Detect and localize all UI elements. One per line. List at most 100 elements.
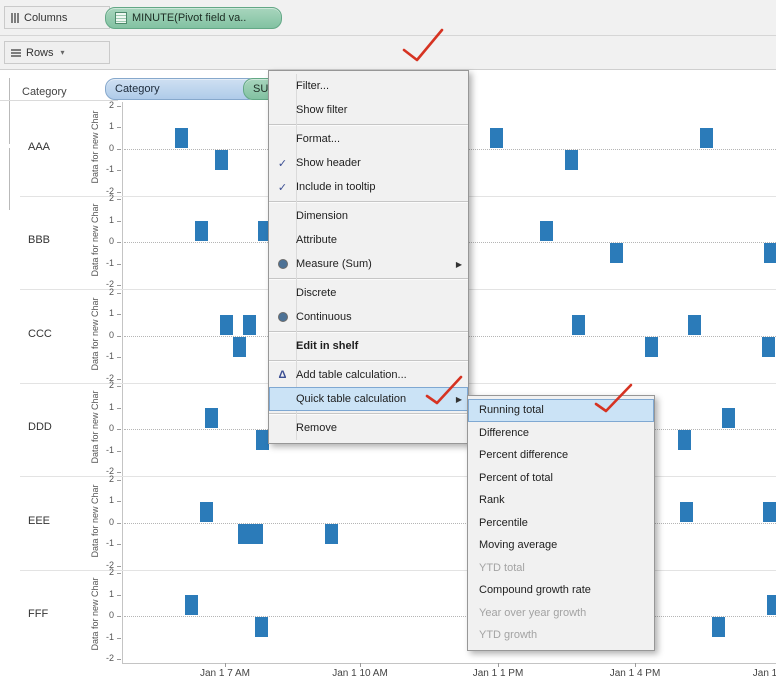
gantt-bar[interactable] bbox=[250, 523, 263, 544]
menu-item-label: Add table calculation... bbox=[296, 369, 407, 381]
menu-item-label: Quick table calculation bbox=[296, 393, 407, 405]
menu-item-running-total[interactable]: Running total bbox=[468, 399, 654, 422]
tableau-window: Columns MINUTE(Pivot field va.. Rows ▾ C… bbox=[0, 0, 776, 683]
gantt-bar[interactable] bbox=[215, 149, 228, 170]
submenu-arrow-icon: ▶ bbox=[455, 259, 462, 269]
menu-item-label: Year over year growth bbox=[479, 606, 587, 619]
gantt-bar[interactable] bbox=[565, 149, 578, 170]
y-tick-mark bbox=[117, 263, 121, 265]
gantt-bar[interactable] bbox=[680, 501, 693, 522]
menu-separator bbox=[269, 278, 468, 279]
menu-item-filter[interactable]: Filter... bbox=[269, 74, 468, 98]
gantt-bar[interactable] bbox=[325, 523, 338, 544]
gantt-bar[interactable] bbox=[175, 127, 188, 148]
y-tick-mark bbox=[117, 170, 121, 172]
y-tick-mark bbox=[117, 594, 121, 596]
menu-item-remove[interactable]: Remove bbox=[269, 416, 468, 440]
menu-item-label: Difference bbox=[479, 426, 529, 439]
radio-dot-icon bbox=[277, 312, 288, 323]
menu-item-label: Percent difference bbox=[479, 449, 569, 462]
gantt-bar[interactable] bbox=[767, 595, 776, 616]
y-tick-label: 2 bbox=[108, 193, 114, 204]
row-header-eee[interactable]: EEE bbox=[28, 515, 50, 527]
submenu-arrow-icon: ▶ bbox=[455, 394, 462, 404]
row-header-fff[interactable]: FFF bbox=[28, 608, 48, 620]
menu-item-format[interactable]: Format... bbox=[269, 127, 468, 151]
y-tick-label: 0 bbox=[108, 610, 114, 621]
menu-item-rank[interactable]: Rank bbox=[468, 489, 654, 512]
row-header-bbb[interactable]: BBB bbox=[28, 234, 50, 246]
gantt-bar[interactable] bbox=[185, 595, 198, 616]
menu-item-moving-average[interactable]: Moving average bbox=[468, 534, 654, 557]
menu-item-label: Rank bbox=[479, 494, 505, 507]
menu-item-label: Attribute bbox=[296, 234, 337, 246]
menu-item-compound-growth-rate[interactable]: Compound growth rate bbox=[468, 579, 654, 602]
gantt-bar[interactable] bbox=[490, 127, 503, 148]
gantt-bar[interactable] bbox=[205, 408, 218, 429]
menu-item-difference[interactable]: Difference bbox=[468, 422, 654, 445]
gantt-bar[interactable] bbox=[243, 314, 256, 335]
gantt-bar[interactable] bbox=[200, 501, 213, 522]
gantt-bar[interactable] bbox=[688, 314, 701, 335]
check-icon: ✓ bbox=[277, 181, 288, 194]
y-tick-label: 2 bbox=[108, 567, 114, 578]
menu-item-percentile[interactable]: Percentile bbox=[468, 512, 654, 535]
menu-item-discrete[interactable]: Discrete bbox=[269, 281, 468, 305]
y-tick-mark bbox=[117, 573, 121, 575]
row-separator bbox=[20, 476, 776, 477]
gantt-bar[interactable] bbox=[762, 336, 775, 357]
row-header-ccc[interactable]: CCC bbox=[28, 328, 52, 340]
gantt-bar[interactable] bbox=[572, 314, 585, 335]
menu-item-ytd-growth: YTD growth bbox=[468, 624, 654, 647]
row-field-header[interactable]: Category bbox=[22, 86, 67, 98]
x-axis-label: Jan 1 1 PM bbox=[472, 668, 524, 679]
gantt-bar[interactable] bbox=[645, 336, 658, 357]
y-tick-label: 0 bbox=[108, 236, 114, 247]
menu-item-edit-in-shelf[interactable]: Edit in shelf bbox=[269, 334, 468, 358]
menu-item-label: Compound growth rate bbox=[479, 584, 591, 597]
menu-item-label: Edit in shelf bbox=[296, 340, 359, 352]
y-tick-mark bbox=[117, 637, 121, 639]
menu-item-label: Include in tooltip bbox=[296, 181, 376, 193]
menu-item-continuous[interactable]: Continuous bbox=[269, 305, 468, 329]
menu-item-show-header[interactable]: ✓ Show header bbox=[269, 151, 468, 175]
gantt-bar[interactable] bbox=[763, 501, 776, 522]
y-tick-mark bbox=[117, 314, 121, 316]
menu-item-percent-of-total[interactable]: Percent of total bbox=[468, 467, 654, 490]
y-tick-mark bbox=[117, 407, 121, 409]
y-tick-label: -1 bbox=[105, 257, 114, 268]
gantt-bar[interactable] bbox=[195, 221, 208, 242]
menu-item-label: Filter... bbox=[296, 80, 330, 92]
gantt-bar[interactable] bbox=[678, 430, 691, 451]
gantt-bar[interactable] bbox=[255, 617, 268, 638]
gantt-bar[interactable] bbox=[540, 221, 553, 242]
row-header-aaa[interactable]: AAA bbox=[28, 141, 50, 153]
menu-item-ytd-total: YTD total bbox=[468, 557, 654, 580]
menu-item-add-table-calculation[interactable]: Δ Add table calculation... bbox=[269, 363, 468, 387]
row-header-ddd[interactable]: DDD bbox=[28, 421, 52, 433]
gantt-bar[interactable] bbox=[722, 408, 735, 429]
gantt-bar[interactable] bbox=[700, 127, 713, 148]
menu-item-percent-difference[interactable]: Percent difference bbox=[468, 444, 654, 467]
y-tick-label: -1 bbox=[105, 631, 114, 642]
zero-gridline bbox=[124, 522, 776, 524]
menu-item-label: Percentile bbox=[479, 516, 528, 529]
menu-item-attribute[interactable]: Attribute bbox=[269, 228, 468, 252]
y-tick-label: 0 bbox=[108, 142, 114, 153]
gantt-bar[interactable] bbox=[610, 243, 623, 264]
menu-item-label: Remove bbox=[296, 422, 337, 434]
menu-item-quick-table-calculation[interactable]: Quick table calculation ▶ bbox=[269, 387, 468, 411]
menu-item-show-filter[interactable]: Show filter bbox=[269, 98, 468, 122]
gantt-bar[interactable] bbox=[220, 314, 233, 335]
radio-icon bbox=[269, 311, 296, 323]
menu-item-include-in-tooltip[interactable]: ✓ Include in tooltip bbox=[269, 175, 468, 199]
x-tick-mark bbox=[498, 663, 499, 667]
gantt-bar[interactable] bbox=[764, 243, 776, 264]
menu-item-label: Percent of total bbox=[479, 471, 553, 484]
y-tick-mark bbox=[117, 544, 121, 546]
gantt-bar[interactable] bbox=[233, 336, 246, 357]
menu-item-dimension[interactable]: Dimension bbox=[269, 204, 468, 228]
y-tick-mark bbox=[117, 199, 121, 201]
menu-item-measure-sum[interactable]: Measure (Sum) ▶ bbox=[269, 252, 468, 276]
gantt-bar[interactable] bbox=[712, 617, 725, 638]
